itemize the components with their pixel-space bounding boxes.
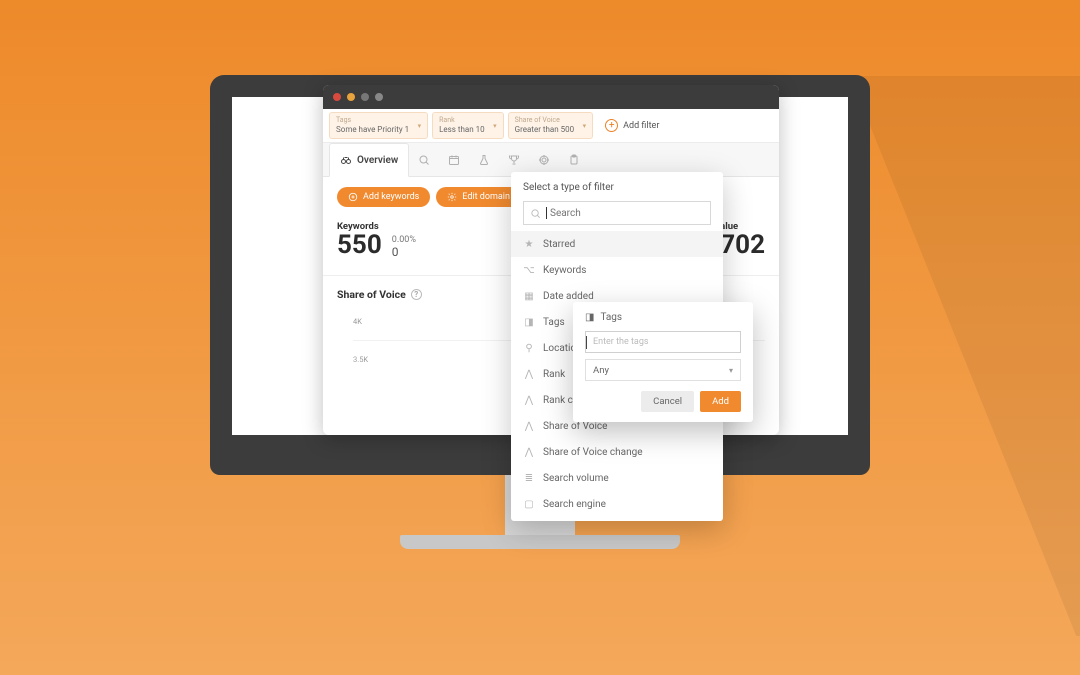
star-icon: ★ [523,239,535,250]
add-filter-label: Add filter [623,121,659,131]
tags-popup-title: Tags [600,312,622,323]
window-dot-icon [375,93,383,101]
add-filter-button[interactable]: + Add filter [605,119,659,132]
filter-option-label: Share of Voice change [543,447,643,458]
monitor-stand-base [400,535,680,549]
chart-icon: ⋀ [523,447,535,458]
tab-search[interactable] [409,143,439,176]
chart-icon: ⋀ [523,395,535,406]
tab-flask[interactable] [469,143,499,176]
window-minimize-icon[interactable] [347,93,355,101]
filter-chip-value: Greater than 500 [515,125,575,135]
filter-search-input[interactable] [546,207,704,219]
chevron-down-icon: ▾ [583,122,587,130]
search-icon [530,208,541,219]
chevron-down-icon: ▾ [418,122,422,130]
chevron-down-icon: ▾ [729,366,733,375]
filter-option-label: Tags [543,317,565,328]
add-button[interactable]: Add [700,391,741,412]
window-titlebar [323,85,779,109]
filter-bar: Tags Some have Priority 1 ▾ Rank Less th… [323,109,779,143]
filter-option-search-engine[interactable]: ▢ Search engine [511,491,723,517]
filter-option-label: Search engine [543,499,606,510]
filter-chip-title: Rank [439,116,485,125]
plus-circle-icon [348,192,358,202]
chart-icon: ⋀ [523,369,535,380]
bars-icon: ≣ [523,473,535,484]
filter-chip-tags[interactable]: Tags Some have Priority 1 ▾ [329,112,428,139]
filter-search-box[interactable] [523,201,711,225]
clipboard-icon [568,154,580,166]
metric-keywords: Keywords 550 0.00% 0 [337,221,416,259]
tab-calendar[interactable] [439,143,469,176]
filter-chip-title: Share of Voice [515,116,575,125]
select-value: Any [593,365,609,376]
cancel-button[interactable]: Cancel [641,391,694,412]
filter-chip-value: Some have Priority 1 [336,125,409,135]
filter-chip-sov[interactable]: Share of Voice Greater than 500 ▾ [508,112,594,139]
window-close-icon[interactable] [333,93,341,101]
filter-option-label: Search volume [543,473,609,484]
chart-icon: ⋀ [523,421,535,432]
filter-option-starred[interactable]: ★ Starred [511,231,723,257]
monitor-shadow [850,76,1080,636]
key-icon: ⌥ [523,265,535,276]
filter-chip-value: Less than 10 [439,125,485,135]
metric-value: 550 [337,232,382,259]
tags-popup-heading: ◨ Tags [585,312,741,323]
metric-delta-pct: 0.00% [392,235,416,245]
target-icon [538,154,550,166]
help-icon[interactable]: ? [411,289,422,300]
button-label: Add keywords [363,192,419,202]
filter-option-label: Share of Voice [543,421,607,432]
tab-overview[interactable]: Overview [329,143,409,177]
metric-delta-abs: 0 [392,245,416,259]
sov-title-text: Share of Voice [337,288,406,301]
tab-label: Overview [357,155,398,166]
window-maximize-icon[interactable] [361,93,369,101]
tag-icon: ◨ [585,312,594,323]
add-keywords-button[interactable]: Add keywords [337,187,430,207]
search-icon [418,154,430,166]
gear-icon [447,192,457,202]
filter-chip-rank[interactable]: Rank Less than 10 ▾ [432,112,504,139]
chevron-down-icon: ▾ [493,122,497,130]
location-icon: ⚲ [523,343,535,354]
filter-option-sov-change[interactable]: ⋀ Share of Voice change [511,439,723,465]
browser-icon: ▢ [523,499,535,510]
edit-domain-button[interactable]: Edit domain [436,187,521,207]
tag-icon: ◨ [523,317,535,328]
plus-icon: + [605,119,618,132]
trophy-icon [508,154,520,166]
flask-icon [478,154,490,166]
button-label: Edit domain [462,192,510,202]
calendar-icon [448,154,460,166]
tags-input-wrapper[interactable] [585,331,741,353]
filter-option-label: Rank [543,369,565,380]
tags-match-select[interactable]: Any ▾ [585,359,741,381]
popup-title: Select a type of filter [511,182,723,201]
filter-option-search-volume[interactable]: ≣ Search volume [511,465,723,491]
tags-filter-popup: ◨ Tags Any ▾ Cancel Add [573,302,753,422]
calendar-icon: ▦ [523,291,535,302]
filter-option-label: Keywords [543,265,586,276]
filter-option-keywords[interactable]: ⌥ Keywords [511,257,723,283]
binoculars-icon [340,154,352,166]
filter-option-label: Date added [543,291,594,302]
tags-input[interactable] [586,336,740,349]
filter-chip-title: Tags [336,116,409,125]
filter-option-label: Starred [543,239,575,250]
